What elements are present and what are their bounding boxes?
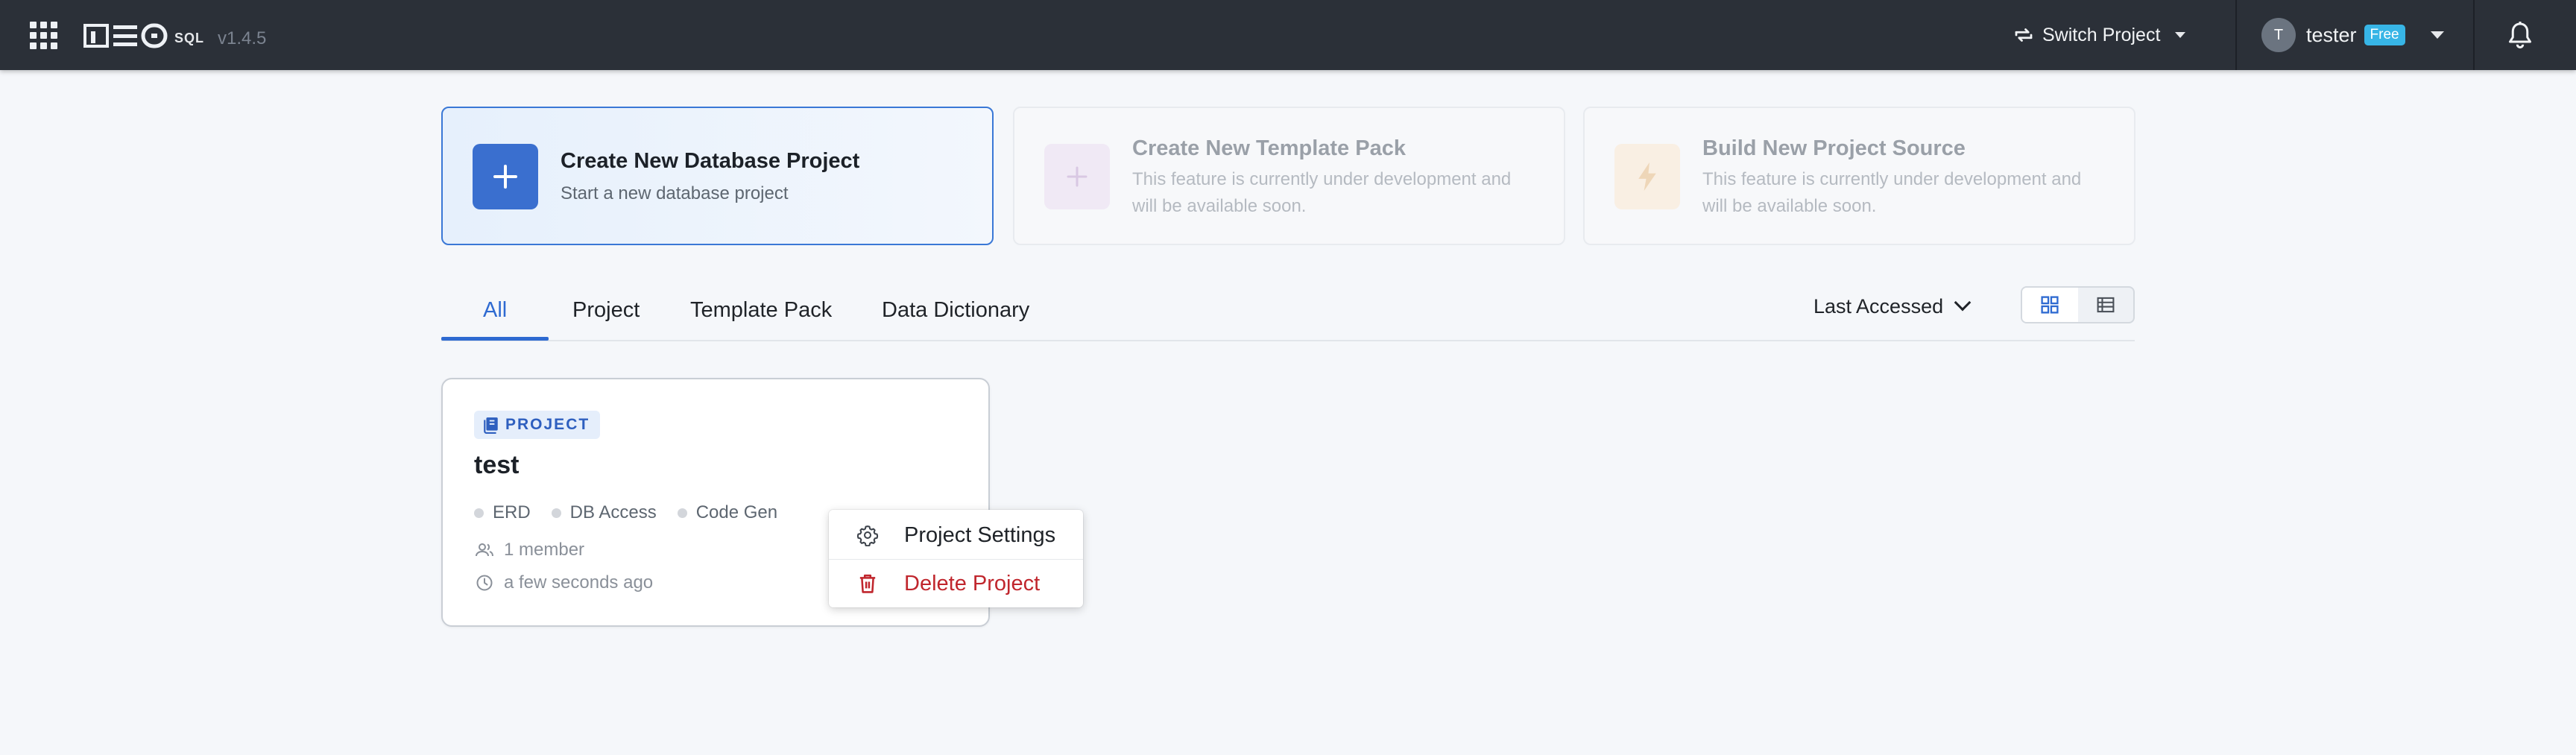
tab-template-pack[interactable]: Template Pack [690,298,832,340]
divider [2473,0,2475,70]
card-subtitle: Start a new database project [561,183,789,203]
feature-erd: ERD [474,502,531,523]
project-type-label: PROJECT [505,416,590,433]
menu-item-label: Delete Project [904,571,1041,596]
app-version: v1.4.5 [218,28,267,48]
divider [2235,0,2237,70]
project-type-badge: PROJECT [474,411,601,439]
feature-label: ERD [493,502,531,522]
last-accessed-time: a few seconds ago [504,572,654,593]
gear-icon [856,523,880,547]
active-tab-indicator [441,337,549,341]
card-subtitle: This feature is currently under developm… [1702,169,2082,216]
menu-item-label: Project Settings [904,522,1056,547]
project-context-menu: Project Settings Delete Project [829,510,1083,607]
card-subtitle: This feature is currently under developm… [1132,169,1512,216]
plan-badge: Free [2364,25,2405,45]
tab-all[interactable]: All [483,298,507,340]
plus-icon [473,144,538,209]
feature-label: Code Gen [695,502,778,522]
card-title: Build New Project Source [1702,136,1966,160]
user-menu[interactable]: T tester Free [2261,16,2444,54]
status-dot [474,508,484,518]
status-dot [677,508,687,518]
feature-label: DB Access [569,502,657,522]
chevron-down-icon [2430,31,2444,39]
list-view-button[interactable] [2078,288,2134,322]
sort-dropdown[interactable]: Last Accessed [1813,291,1972,322]
project-last-accessed: a few seconds ago [474,572,653,593]
sort-selected-label: Last Accessed [1813,294,1944,318]
switch-project-label: Switch Project [2042,24,2161,45]
card-title: Create New Database Project [561,149,860,173]
plus-icon [1044,144,1110,209]
notifications-bell-icon[interactable] [2503,16,2537,54]
project-features: ERD DB Access Code Gen [474,502,798,523]
project-name: test [474,451,520,479]
status-dot [551,508,561,518]
members-count: 1 member [504,540,585,560]
apps-grid-icon[interactable] [27,19,60,51]
grid-view-button[interactable] [2022,288,2078,322]
switch-arrows-icon [2015,28,2033,42]
avatar: T [2261,18,2296,52]
feature-db-access: DB Access [551,502,657,523]
members-icon [474,540,495,560]
tab-data-dictionary[interactable]: Data Dictionary [882,298,1029,340]
list-view-icon [2097,297,2115,313]
logo-sql-text: SQL [174,31,205,45]
switch-project-button[interactable]: Switch Project [2012,16,2186,54]
lightning-icon [1614,144,1680,209]
chevron-down-icon [1954,294,1972,312]
create-database-project-card[interactable]: Create New Database Project Start a new … [441,107,994,245]
delete-project-menu-item[interactable]: Delete Project [829,560,1083,607]
project-settings-menu-item[interactable]: Project Settings [829,511,1083,559]
create-template-pack-card: Create New Template Pack This feature is… [1013,107,1565,245]
neo-logo-mark [83,23,168,48]
top-bar: SQL v1.4.5 Switch Project T tester Free [0,0,2576,70]
tab-project[interactable]: Project [572,298,640,340]
feature-code-gen: Code Gen [677,502,778,523]
project-members: 1 member [474,540,584,560]
username: tester [2306,23,2357,46]
app-logo[interactable]: SQL [83,19,204,49]
clock-icon [474,572,495,593]
grid-view-icon [2041,296,2059,314]
card-title: Create New Template Pack [1132,136,1406,160]
chevron-down-icon [2175,32,2186,38]
build-project-source-card: Build New Project Source This feature is… [1583,107,2135,245]
trash-icon [856,572,880,596]
project-book-icon [484,417,498,434]
view-mode-toggle [2021,286,2135,323]
